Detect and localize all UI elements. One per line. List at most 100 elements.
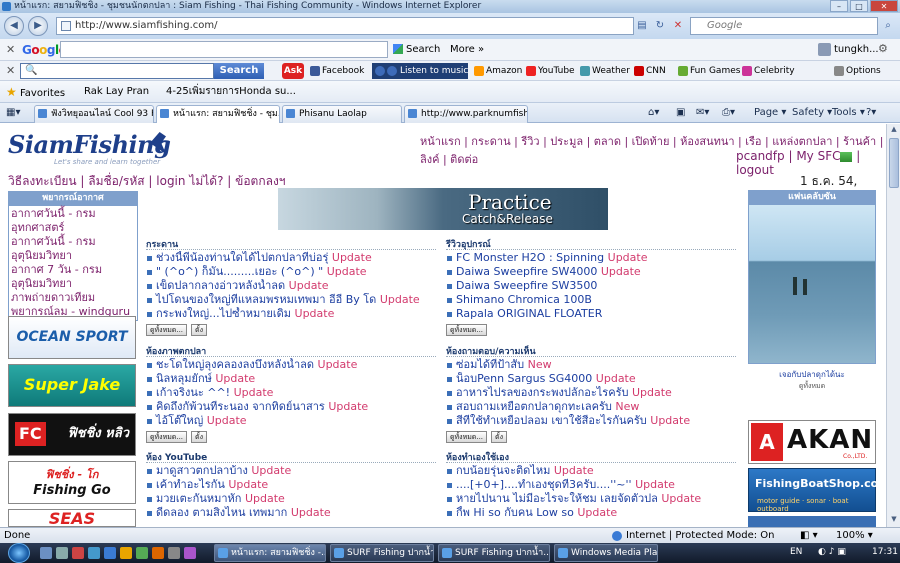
list-item[interactable]: เค้าทำอะไรกัน Update (146, 478, 436, 492)
list-item[interactable]: กบน้อยรุ่นจะติดไหม Update (446, 464, 736, 478)
google-search-button[interactable]: Search (392, 42, 440, 57)
list-item[interactable]: สีที่ใช้ทำเหยื่อปลอม เขาใช้สีอะไรกันครับ… (446, 414, 736, 428)
list-item[interactable]: ช่วงนี้พี่น้องท่านใดได้ไปตกปลาที่บ่อรุ่ … (146, 251, 436, 265)
quick-tabs-icon[interactable]: ▦▾ (6, 106, 20, 120)
quicklaunch-icon[interactable] (152, 547, 164, 559)
cnn-button[interactable]: CNN (634, 63, 666, 79)
list-item[interactable]: หายไปนาน ไม่มีอะไรจะให้ชม เลยจัดตัวปล Up… (446, 492, 736, 506)
list-item[interactable]: มาดูสาวตกปลาบ้าง Update (146, 464, 436, 478)
safety-menu[interactable]: Safety ▾ (792, 106, 832, 120)
post-button[interactable]: ตั้ง (191, 324, 207, 336)
stop-icon[interactable]: ✕ (670, 17, 686, 35)
login-links[interactable]: วิธีลงทะเบียน | ลืมชื่อ/รหัส | login ไม่… (8, 172, 286, 191)
list-item[interactable]: คิดถึงกัพ้วนที่ระนอง จากทิดย์นาสาร Updat… (146, 400, 436, 414)
weather-link[interactable]: อากาศวันนี้ - กรมอุทกศาสตร์ (11, 207, 135, 235)
quicklaunch-icon[interactable] (184, 547, 196, 559)
home-icon[interactable]: ⌂▾ (648, 106, 659, 120)
fc-banner[interactable]: FC ฟิชชิ่ง หลิว (8, 413, 136, 456)
security-zone[interactable]: Internet | Protected Mode: On (612, 528, 774, 543)
list-item[interactable]: กระพงใหญ่...ไปซ้ำหมายเดิม Update (146, 307, 436, 321)
listen-music-button[interactable]: Listen to music (372, 63, 468, 79)
favorites-button[interactable]: ★ Favorites (6, 85, 65, 101)
tab[interactable]: Phisanu Laolap (282, 105, 402, 123)
tab[interactable]: http://www.parknumfishi... (404, 105, 528, 123)
wrench-icon[interactable]: ⚙ (878, 42, 888, 55)
close-toolbar-icon[interactable]: ✕ (6, 43, 15, 56)
post-button[interactable]: ตั้ง (191, 431, 207, 443)
forward-button[interactable]: ▶ (28, 16, 48, 36)
akan-banner[interactable]: A AKAN Co.,LTD. (748, 420, 876, 464)
view-all-button[interactable]: ดูทั้งหมด... (446, 431, 488, 443)
list-item[interactable]: ชะโดใหญ่ลุงคลองลงบึงหลังน้ำลด Update (146, 358, 436, 372)
taskbar-item[interactable]: SURF Fishing ปากน้ำ... (330, 544, 434, 562)
logout-link[interactable]: logout (736, 163, 774, 177)
list-item[interactable]: Shimano Chromica 100B (446, 293, 736, 307)
page-menu[interactable]: Page ▾ (754, 106, 786, 120)
post-button[interactable]: ตั้ง (491, 431, 507, 443)
amazon-button[interactable]: Amazon (474, 63, 522, 79)
seas-banner[interactable]: SEAS (8, 509, 136, 527)
vertical-scrollbar[interactable]: ▲ ▼ (886, 124, 900, 527)
search-icon[interactable]: ⌕ (880, 17, 896, 35)
scroll-up-icon[interactable]: ▲ (889, 125, 899, 136)
zoom-level[interactable]: 100% ▾ (836, 528, 873, 543)
fishing-go-banner[interactable]: ฟิชชิ่ง - โก Fishing Go (8, 461, 136, 504)
quicklaunch-icon[interactable] (56, 547, 68, 559)
list-item[interactable]: เก้าจริงนะ ^^! Update (146, 386, 436, 400)
quicklaunch-icon[interactable] (72, 547, 84, 559)
fav-item[interactable]: Rak Lay Pran (84, 85, 149, 99)
list-item[interactable]: FC Monster H2O : Spinning Update (446, 251, 736, 265)
list-item[interactable]: ไปโดนของใหญ่ที่แหลมพรหมเทพมา อีอี By โด … (146, 293, 436, 307)
list-item[interactable]: Rapala ORIGINAL FLOATER (446, 307, 736, 321)
clock[interactable]: 17:31 (872, 547, 898, 557)
ocean-sport-banner[interactable]: OCEAN SPORT (8, 316, 136, 359)
tools-menu[interactable]: Tools ▾ (832, 106, 865, 120)
tab[interactable]: ฟังวิทยุออนไลน์ Cool 93 Fah... (34, 105, 154, 123)
tray-icons[interactable]: ◐ ♪ ▣ (818, 547, 846, 557)
fanclub-photo[interactable] (748, 204, 876, 364)
language-indicator[interactable]: EN (790, 547, 802, 557)
list-item[interactable]: " (^o^) ก็มัน.........เยอะ (^o^) " Updat… (146, 265, 436, 279)
weather-button[interactable]: Weather (580, 63, 630, 79)
close-ask-toolbar-icon[interactable]: ✕ (6, 64, 15, 77)
list-item[interactable]: ดีดลอง ตามสิ่งไหน เทพมาก Update (146, 506, 436, 520)
scroll-thumb[interactable] (889, 138, 899, 188)
weather-link[interactable]: อากาศ 7 วัน - กรมอุตุนิยมวิทยา (11, 263, 135, 291)
start-button[interactable] (8, 543, 30, 563)
fanclub-caption[interactable]: เจอกับปลาดุกได้นะ (748, 368, 876, 381)
quicklaunch-icon[interactable] (168, 547, 180, 559)
google-search-input[interactable] (60, 41, 388, 58)
google-more-button[interactable]: More » (450, 42, 484, 57)
list-item[interactable]: ซ่อมได้ที่ป้าสับ New (446, 358, 736, 372)
taskbar-item-media-player[interactable]: Windows Media Pla... (554, 544, 658, 562)
list-item[interactable]: สอบถามเหยื่อตกปลาดุกทะเลครับ New (446, 400, 736, 414)
celebrity-button[interactable]: Celebrity (742, 63, 795, 79)
list-item[interactable]: Daiwa Sweepfire SW3500 (446, 279, 736, 293)
ask-logo[interactable]: Ask (282, 63, 304, 79)
view-all-button[interactable]: ดูทั้งหมด... (146, 324, 188, 336)
list-item[interactable]: เข็ดปลากลางอ่าวหลังน้ำลด Update (146, 279, 436, 293)
practice-banner[interactable]: Practice Catch&Release (278, 188, 608, 230)
list-item[interactable]: Daiwa Sweepfire SW4000 Update (446, 265, 736, 279)
zoom-arrow-icon[interactable]: ◧ ▾ (800, 528, 818, 543)
list-item[interactable]: น็อบPenn Sargus SG4000 Update (446, 372, 736, 386)
fun-games-button[interactable]: Fun Games (678, 63, 740, 79)
weather-link[interactable]: อากาศวันนี้ - กรมอุตุนิยมวิทยา (11, 235, 135, 263)
list-item[interactable]: ....[+0+]....ทำเองชุดที่3ครับ....''~'' U… (446, 478, 736, 492)
weather-link[interactable]: ภาพถ่ายดาวเทียม (11, 291, 135, 305)
list-item[interactable]: มวยเตะกันหมาหัก Update (146, 492, 436, 506)
quicklaunch-icon[interactable] (120, 547, 132, 559)
scroll-down-icon[interactable]: ▼ (889, 515, 899, 526)
fanclub-view-all[interactable]: ดูทั้งหมด (748, 381, 876, 392)
list-item[interactable]: ไอ้โต๊ใหญ่ Update (146, 414, 436, 428)
facebook-button[interactable]: Facebook (310, 63, 364, 79)
site-logo[interactable]: SiamFishing (8, 130, 171, 159)
maximize-button[interactable]: □ (850, 0, 868, 12)
minimize-button[interactable]: – (830, 0, 848, 12)
my-sfc-link[interactable]: My SFC (796, 149, 840, 163)
live-search-input[interactable]: Google (690, 17, 878, 35)
ask-search-button[interactable]: Search (214, 63, 264, 79)
mail-icon[interactable]: ✉▾ (696, 106, 709, 120)
username-link[interactable]: pcandfp (736, 149, 785, 163)
close-button[interactable]: ✕ (870, 0, 898, 12)
